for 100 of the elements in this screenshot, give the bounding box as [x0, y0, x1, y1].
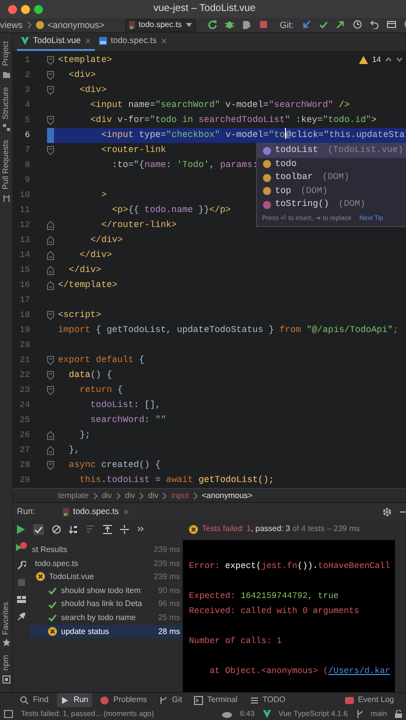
settings-icon[interactable] — [382, 506, 392, 516]
chevron-down-icon[interactable] — [396, 57, 403, 62]
autocomplete-item[interactable]: toString() (DOM) — [257, 198, 406, 212]
lock-icon[interactable] — [395, 710, 402, 718]
fold-icon[interactable] — [47, 71, 54, 80]
code-line: </div> — [89, 234, 123, 247]
tool-window-tab[interactable]: Git — [155, 693, 186, 707]
test-summary: Tests failed: 1, passed: 3 of 4 tests – 239 ms — [202, 524, 360, 534]
show-passed-toggle[interactable] — [33, 524, 44, 534]
stop-icon[interactable] — [258, 20, 268, 30]
sort-alpha-icon[interactable] — [69, 524, 78, 534]
code-line: </router-link> — [100, 219, 177, 232]
autocomplete-item[interactable]: todo — [257, 158, 406, 171]
autocomplete-item[interactable]: todoList (TodoList.vue) — [257, 144, 406, 158]
undo-icon[interactable] — [370, 20, 379, 30]
star-icon — [2, 638, 10, 648]
layout-icon[interactable] — [17, 595, 26, 604]
line-number: 13 — [18, 234, 30, 247]
caret-icon — [186, 23, 192, 27]
breadcrumb-item[interactable]: <anonymous> — [48, 20, 105, 30]
ts-file-icon — [98, 36, 107, 44]
wrench-icon[interactable] — [17, 561, 26, 570]
tool-window-button[interactable]: npm — [1, 655, 11, 671]
fold-icon[interactable] — [47, 221, 54, 230]
sort-duration-icon[interactable] — [86, 524, 95, 534]
test-file-tab[interactable]: todo.spec.ts — [58, 503, 133, 520]
panel-icon[interactable] — [4, 710, 13, 718]
fold-icon[interactable] — [47, 386, 54, 395]
fold-icon[interactable] — [47, 446, 54, 455]
tree-item[interactable]: TodoList.vue 239 ms — [30, 570, 182, 584]
tool-window-tab[interactable]: Event Log — [340, 693, 398, 707]
fold-icon[interactable] — [47, 86, 54, 95]
line-number: 12 — [18, 219, 30, 232]
autocomplete-item[interactable]: toolbar (DOM) — [257, 171, 406, 184]
tree-item[interactable]: todo.spec.ts 239 ms — [30, 556, 182, 570]
fold-icon[interactable] — [47, 311, 54, 320]
cloud-icon[interactable] — [222, 710, 232, 718]
fold-icon[interactable] — [47, 266, 54, 275]
pin-icon[interactable] — [17, 612, 26, 621]
chevron-icon — [139, 492, 144, 500]
file-link[interactable]: /Users/d.kar — [328, 666, 390, 676]
fold-icon[interactable] — [47, 56, 54, 65]
play-icon[interactable] — [17, 524, 25, 534]
fold-icon[interactable] — [47, 431, 54, 440]
terminal-icon — [194, 696, 204, 704]
breadcrumb-item[interactable]: div — [102, 490, 112, 500]
tree-item[interactable]: search by todo name 25 ms — [30, 610, 182, 625]
breadcrumb-item[interactable]: views — [0, 20, 23, 30]
structure-icon — [2, 123, 10, 132]
breadcrumb-item[interactable]: div — [124, 490, 136, 500]
line-number: 25 — [18, 414, 30, 427]
close-icon[interactable] — [160, 38, 167, 44]
tree-item[interactable]: st Results 239 ms — [30, 543, 182, 557]
breadcrumb-item[interactable]: template — [58, 490, 89, 500]
tool-window-button[interactable]: Pull Requests — [1, 140, 11, 190]
fold-icon[interactable] — [47, 461, 54, 470]
fold-icon[interactable] — [47, 116, 54, 125]
tool-window-button[interactable]: Structure — [1, 86, 11, 120]
close-icon[interactable] — [122, 508, 129, 514]
list-icon — [250, 696, 259, 704]
rerun-failed-icon[interactable] — [16, 542, 27, 553]
chevron-up-icon[interactable] — [385, 57, 392, 62]
push-arrow-icon[interactable] — [336, 20, 345, 30]
run-config-dropdown[interactable]: todo.spec.ts — [124, 18, 196, 32]
tool-window-tab[interactable]: TODO — [246, 693, 290, 707]
fold-icon[interactable] — [47, 281, 54, 290]
breadcrumb-item[interactable]: div — [148, 490, 158, 500]
tool-window-tab[interactable]: Terminal — [190, 693, 242, 707]
rerun-icon[interactable] — [208, 20, 217, 30]
checkmark-icon[interactable] — [318, 20, 328, 30]
editor-tab[interactable]: todo.spec.ts — [94, 32, 171, 51]
tool-window-tab[interactable]: Run — [56, 693, 92, 707]
line-number: 18 — [18, 309, 30, 322]
pull-request-icon — [2, 194, 10, 203]
breadcrumb-item[interactable]: <anonymous> — [202, 490, 252, 500]
fold-icon[interactable] — [47, 236, 54, 245]
tree-item[interactable]: should has link to Deta 96 ms — [30, 597, 182, 611]
tool-window-button[interactable]: Favorites — [1, 602, 11, 634]
tree-item[interactable]: update status 28 ms — [30, 624, 182, 638]
tree-item[interactable]: should show todo item 90 ms — [30, 584, 182, 598]
tool-window-button[interactable]: Project — [1, 41, 11, 66]
update-arrow-icon[interactable] — [302, 20, 311, 30]
ignored-icon[interactable] — [52, 524, 61, 534]
fold-icon[interactable] — [47, 371, 54, 380]
history-icon[interactable] — [352, 20, 362, 30]
code-line: data() { — [68, 369, 112, 382]
tool-window-tab[interactable]: Problems — [96, 693, 152, 707]
tool-window-tab[interactable]: Find — [16, 693, 53, 707]
bug-icon[interactable] — [224, 20, 234, 30]
window-icon[interactable] — [386, 20, 396, 30]
autocomplete-item[interactable]: top (DOM) — [257, 184, 406, 198]
fold-icon[interactable] — [47, 356, 54, 365]
collapse-icon[interactable] — [120, 524, 129, 534]
fold-icon[interactable] — [47, 251, 54, 260]
line-number: 26 — [18, 429, 30, 442]
expand-icon[interactable] — [103, 524, 112, 534]
close-icon[interactable] — [84, 38, 91, 44]
more-icon[interactable] — [137, 526, 145, 532]
warning-count[interactable]: 14 — [372, 55, 381, 65]
fold-icon[interactable] — [47, 146, 54, 155]
